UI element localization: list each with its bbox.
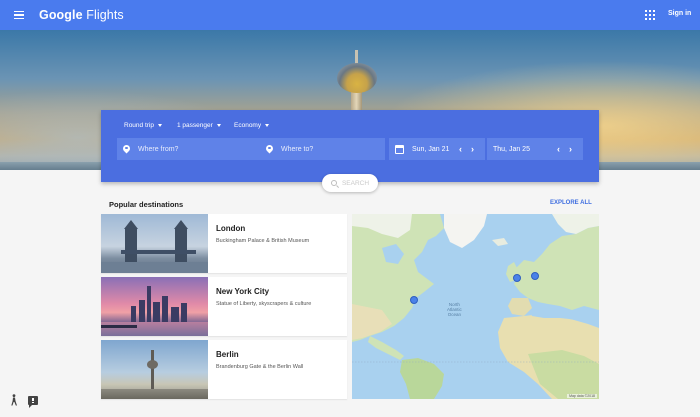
destination-card-london[interactable]: London Buckingham Palace & British Museu…: [101, 214, 347, 273]
chevron-down-icon: [158, 124, 162, 127]
destinations-map[interactable]: North Atlantic Ocean Map data ©2018: [352, 214, 599, 399]
map-marker-new-york-city[interactable]: [410, 296, 418, 304]
next-date-button[interactable]: ›: [569, 144, 572, 154]
chevron-down-icon: [265, 124, 270, 127]
location-pin-icon: [123, 145, 130, 154]
search-panel: Round trip 1 passenger Economy Where fro…: [101, 110, 599, 182]
destination-subtitle: Brandenburg Gate & the Berlin Wall: [216, 364, 304, 370]
origin-placeholder: Where from?: [138, 145, 179, 153]
destination-name: Berlin: [216, 350, 239, 359]
calendar-icon: [395, 144, 404, 154]
search-options: Round trip 1 passenger Economy: [101, 122, 599, 134]
destination-field[interactable]: Where to?: [260, 138, 385, 160]
cabin-class-select[interactable]: Economy: [234, 122, 270, 129]
berlin-image: [101, 340, 208, 399]
prev-date-button[interactable]: ‹: [459, 144, 462, 154]
google-flights-page: Google Flights Sign in Round trip 1 pass…: [0, 0, 700, 417]
destination-name: New York City: [216, 287, 270, 296]
ocean-label: North Atlantic Ocean: [447, 302, 462, 317]
tv-tower-sphere: [337, 63, 377, 93]
map-marker-berlin[interactable]: [531, 272, 539, 280]
trip-type-label: Round trip: [124, 122, 154, 129]
explore-all-link[interactable]: EXPLORE ALL: [550, 200, 592, 206]
trip-type-select[interactable]: Round trip: [124, 122, 162, 129]
brand-product: Flights: [86, 8, 124, 22]
map-marker-london[interactable]: [513, 274, 521, 282]
passenger-label: 1 passenger: [177, 122, 213, 129]
world-map-graphic: [352, 214, 599, 399]
destination-subtitle: Statue of Liberty, skyscrapers & culture: [216, 301, 312, 307]
location-pin-icon: [266, 145, 273, 154]
destination-card-new-york-city[interactable]: New York City Statue of Liberty, skyscra…: [101, 277, 347, 336]
destination-placeholder: Where to?: [281, 145, 314, 153]
app-bar: Google Flights Sign in: [0, 0, 700, 30]
map-copyright: Map data ©2018: [567, 394, 597, 398]
passenger-select[interactable]: 1 passenger: [177, 122, 221, 129]
search-button[interactable]: SEARCH: [322, 174, 378, 192]
search-button-label: SEARCH: [341, 179, 370, 187]
apps-grid-icon[interactable]: [645, 10, 655, 20]
search-icon: [330, 180, 337, 186]
return-date-field[interactable]: Thu, Jan 25 ‹ ›: [487, 138, 583, 160]
destination-card-berlin[interactable]: Berlin Brandenburg Gate & the Berlin Wal…: [101, 340, 347, 399]
menu-icon[interactable]: [10, 6, 28, 24]
feedback-icon[interactable]: [28, 396, 38, 408]
sign-in-button[interactable]: Sign in: [668, 10, 691, 17]
return-date-value: Thu, Jan 25: [493, 145, 530, 153]
new-york-city-image: [101, 277, 208, 336]
popular-destinations-title: Popular destinations: [109, 200, 184, 209]
accessibility-figure-icon[interactable]: [9, 394, 19, 406]
next-date-button[interactable]: ›: [471, 144, 474, 154]
prev-date-button[interactable]: ‹: [557, 144, 560, 154]
destination-subtitle: Buckingham Palace & British Museum: [216, 238, 310, 244]
brand-google: Google: [39, 8, 83, 22]
london-image: [101, 214, 208, 273]
brand-logo[interactable]: Google Flights: [39, 8, 124, 22]
cabin-class-label: Economy: [234, 122, 262, 129]
depart-date-field[interactable]: Sun, Jan 21 ‹ ›: [389, 138, 485, 160]
chevron-down-icon: [216, 124, 221, 127]
destination-name: London: [216, 224, 246, 233]
depart-date-value: Sun, Jan 21: [412, 145, 450, 153]
